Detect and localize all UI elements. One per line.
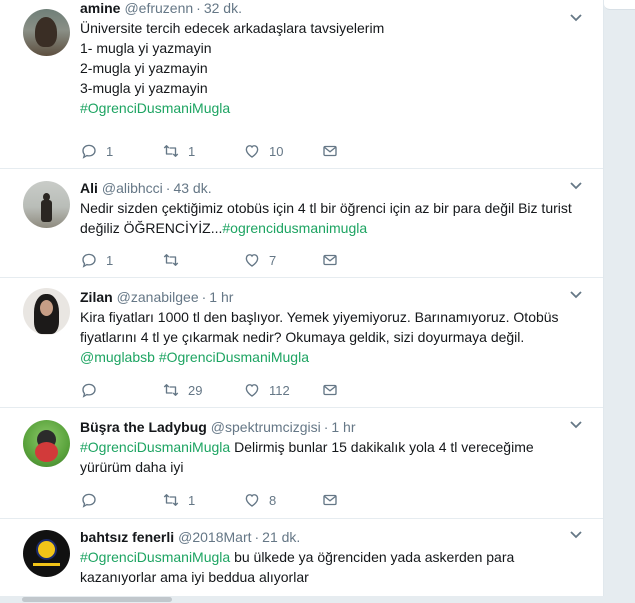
retweet-icon bbox=[163, 494, 179, 506]
display-name[interactable]: Ali bbox=[80, 180, 98, 196]
reply-count: 1 bbox=[106, 143, 114, 159]
reply-icon bbox=[82, 383, 96, 398]
like-button[interactable]: 10 bbox=[243, 141, 283, 161]
like-icon bbox=[245, 254, 259, 267]
tweet-line: 1- mugla yi yazmayin bbox=[80, 40, 212, 56]
user-handle[interactable]: @efruzenn bbox=[124, 0, 193, 16]
reply-button[interactable]: 1 bbox=[80, 141, 113, 161]
hashtag-link[interactable]: #OgrenciDusmaniMugla bbox=[80, 549, 230, 565]
reply-button[interactable] bbox=[80, 490, 106, 510]
reply-button[interactable]: 1 bbox=[80, 250, 113, 270]
like-icon bbox=[245, 494, 259, 507]
display-name[interactable]: bahtsız fenerli bbox=[80, 529, 174, 545]
sidebar-card-edge bbox=[604, 0, 635, 10]
direct-message-button[interactable] bbox=[321, 380, 339, 400]
tweet[interactable]: Zilan @zanabilgee · 1 hr Kira fiyatları 100… bbox=[0, 278, 603, 408]
timestamp[interactable]: 1 hr bbox=[331, 419, 355, 435]
tweet-line: Kira fiyatları 1000 tl den başlıyor. Yem… bbox=[80, 309, 559, 325]
chevron-down-icon[interactable] bbox=[569, 530, 583, 540]
message-icon bbox=[323, 145, 337, 157]
retweet-button[interactable]: 1 bbox=[162, 141, 195, 161]
tweet-text: Kira fiyatları 1000 tl den başlıyor. Yem… bbox=[80, 307, 583, 367]
user-handle[interactable]: @alibhcci bbox=[102, 180, 163, 196]
mention-link[interactable]: @muglabsb bbox=[80, 349, 155, 365]
display-name[interactable]: Büşra the Ladybug bbox=[80, 419, 207, 435]
retweet-button[interactable]: 29 bbox=[162, 380, 202, 400]
tweet-line: kazanıyorlar ama iyi beddua alıyorlar bbox=[80, 569, 309, 585]
chevron-down-icon[interactable] bbox=[569, 290, 583, 300]
like-button[interactable]: 112 bbox=[243, 380, 290, 400]
hashtag-link[interactable]: #OgrenciDusmaniMugla bbox=[80, 439, 230, 455]
retweet-icon bbox=[163, 145, 179, 157]
tweet-line: Delirmiş bunlar 15 dakikalık yola 4 tl v… bbox=[230, 439, 534, 455]
timestamp[interactable]: 32 dk. bbox=[204, 0, 242, 16]
tweet-line: 3-mugla yi yazmayin bbox=[80, 80, 208, 96]
hashtag-link[interactable]: #OgrenciDusmaniMugla bbox=[159, 349, 309, 365]
like-icon bbox=[245, 384, 259, 397]
direct-message-button[interactable] bbox=[321, 250, 339, 270]
reply-icon bbox=[82, 493, 96, 508]
message-icon bbox=[323, 254, 337, 266]
like-count: 7 bbox=[269, 252, 277, 268]
avatar[interactable] bbox=[23, 9, 70, 56]
tweet-line: Nedir sizden çektiğimiz otobüs için 4 tl… bbox=[80, 200, 572, 216]
hashtag-link[interactable]: #OgrenciDusmaniMugla bbox=[80, 100, 230, 116]
chevron-down-icon[interactable] bbox=[569, 420, 583, 430]
retweet-count: 1 bbox=[188, 492, 196, 508]
retweet-button[interactable]: 1 bbox=[162, 490, 195, 510]
tweet[interactable]: Büşra the Ladybug @spektrumcizgisi · 1 hr #… bbox=[0, 408, 603, 519]
tweet-line: Üniversite tercih edecek arkadaşlara tav… bbox=[80, 20, 385, 36]
message-icon bbox=[323, 384, 337, 396]
timestamp[interactable]: 21 dk. bbox=[262, 529, 300, 545]
reply-count: 1 bbox=[106, 252, 114, 268]
chevron-down-icon[interactable] bbox=[569, 181, 583, 191]
retweet-button[interactable] bbox=[162, 250, 188, 270]
tweet[interactable]: bahtsız fenerli @2018Mart · 21 dk. #Ogrenci… bbox=[0, 519, 603, 596]
display-name[interactable]: amine bbox=[80, 0, 120, 16]
scrollbar-thumb[interactable] bbox=[22, 597, 172, 602]
timestamp[interactable]: 43 dk. bbox=[173, 180, 211, 196]
like-count: 10 bbox=[269, 143, 284, 159]
display-name[interactable]: Zilan bbox=[80, 289, 113, 305]
tweet-line: 2-mugla yi yazmayin bbox=[80, 60, 208, 76]
like-button[interactable]: 8 bbox=[243, 490, 276, 510]
reply-icon bbox=[82, 144, 96, 159]
retweet-icon bbox=[163, 254, 179, 266]
tweet-line: fiyatlarını 4 tl ye çıkarmak nedir? Okum… bbox=[80, 329, 525, 345]
user-handle[interactable]: @spektrumcizgisi bbox=[211, 419, 321, 435]
direct-message-button[interactable] bbox=[321, 141, 339, 161]
message-icon bbox=[323, 494, 337, 506]
tweet[interactable]: amine @efruzenn · 32 dk. Üniversite tercih … bbox=[0, 0, 603, 169]
tweet-text: #OgrenciDusmaniMugla Delirmiş bunlar 15 … bbox=[80, 437, 583, 477]
reply-icon bbox=[82, 253, 96, 268]
retweet-count: 29 bbox=[188, 382, 203, 398]
reply-button[interactable] bbox=[80, 380, 106, 400]
like-button[interactable]: 7 bbox=[243, 250, 276, 270]
tweet-text: Üniversite tercih edecek arkadaşlara tav… bbox=[80, 18, 583, 118]
avatar[interactable] bbox=[23, 530, 70, 577]
tweet-line: değiliz ÖĞRENCİYİZ... bbox=[80, 220, 223, 236]
avatar[interactable] bbox=[23, 181, 70, 228]
tweet-text: #OgrenciDusmaniMugla bu ülkede ya öğrenc… bbox=[80, 547, 583, 587]
horizontal-scrollbar[interactable] bbox=[0, 596, 604, 603]
timestamp[interactable]: 1 hr bbox=[209, 289, 233, 305]
like-icon bbox=[245, 145, 259, 158]
chevron-down-icon[interactable] bbox=[569, 13, 583, 23]
tweet-text: Nedir sizden çektiğimiz otobüs için 4 tl… bbox=[80, 198, 583, 238]
retweet-count: 1 bbox=[188, 143, 196, 159]
tweet-line: bu ülkede ya öğrenciden yada askerden pa… bbox=[230, 549, 515, 565]
retweet-icon bbox=[163, 384, 179, 396]
like-count: 8 bbox=[269, 492, 277, 508]
hashtag-link[interactable]: #ogrencidusmanimugla bbox=[222, 220, 367, 236]
direct-message-button[interactable] bbox=[321, 490, 339, 510]
user-handle[interactable]: @zanabilgee bbox=[117, 289, 199, 305]
tweet[interactable]: Ali @alibhcci · 43 dk. Nedir sizden çektiği… bbox=[0, 169, 603, 278]
user-handle[interactable]: @2018Mart bbox=[178, 529, 251, 545]
page-background bbox=[604, 0, 635, 603]
avatar[interactable] bbox=[23, 288, 70, 335]
tweet-line: yürürüm daha iyi bbox=[80, 459, 184, 475]
timeline: amine @efruzenn · 32 dk. Üniversite tercih … bbox=[0, 0, 604, 603]
avatar[interactable] bbox=[23, 420, 70, 467]
like-count: 112 bbox=[269, 382, 290, 398]
